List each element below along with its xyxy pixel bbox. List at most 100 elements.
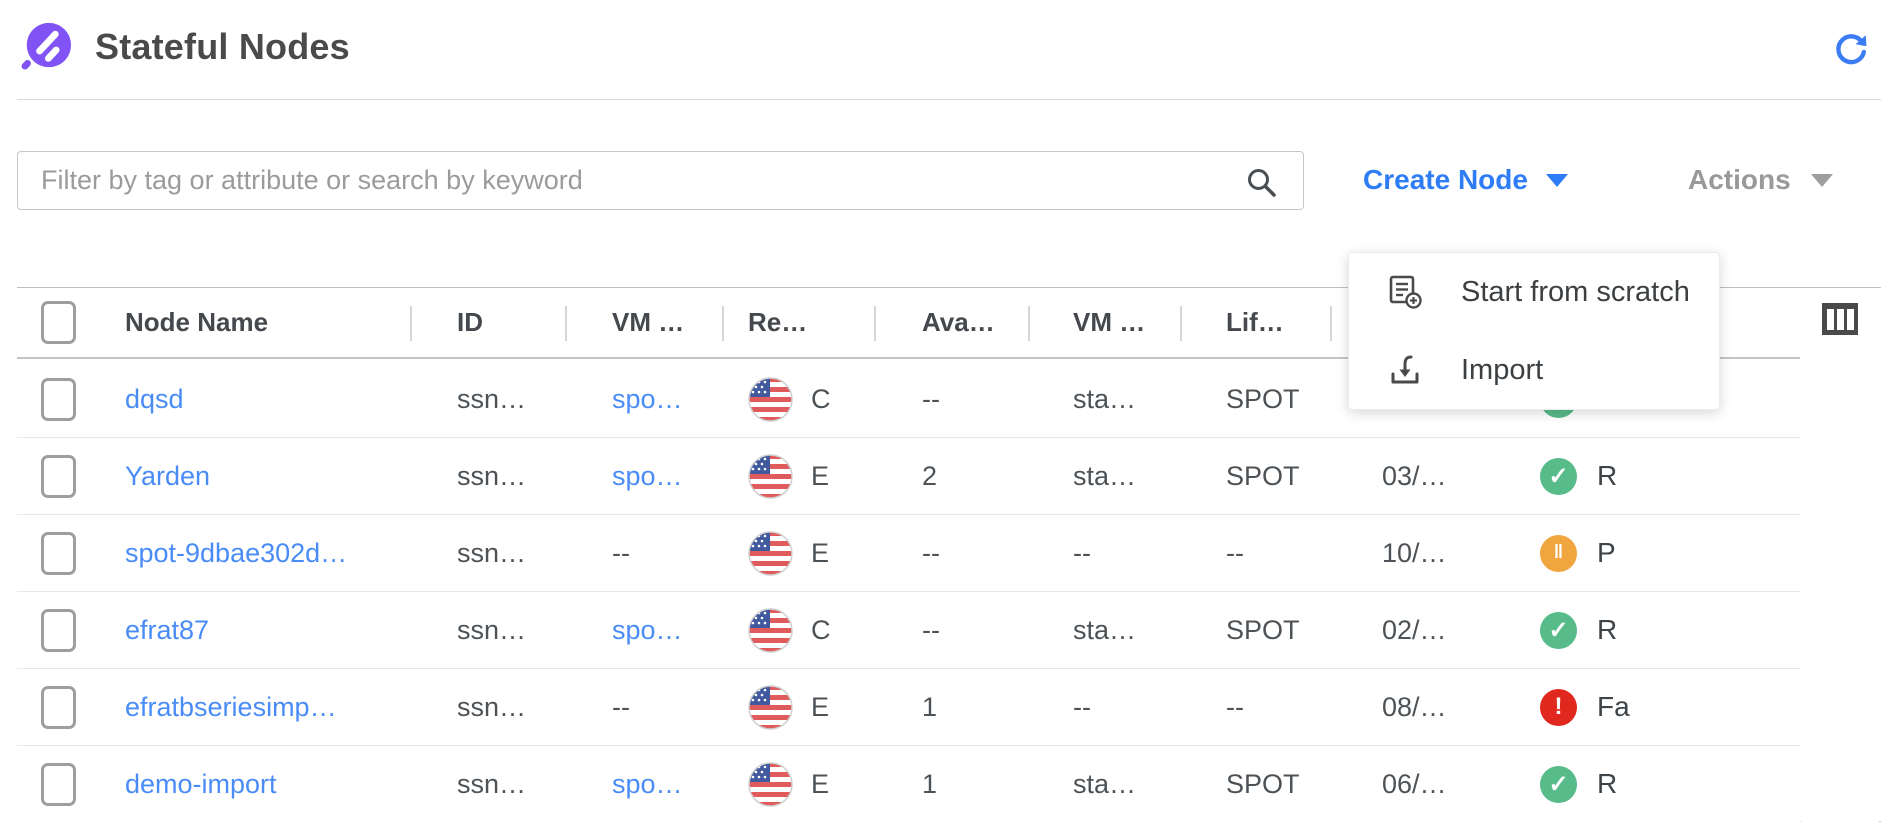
app-header: Stateful Nodes [0, 0, 1898, 100]
node-name-link[interactable]: dqsd [125, 384, 184, 415]
row-checkbox[interactable] [41, 532, 76, 575]
availability-value: 1 [874, 746, 1028, 822]
column-header-vm-name[interactable]: VM … [565, 288, 722, 357]
date-value: 06/… [1330, 746, 1500, 822]
row-checkbox[interactable] [41, 763, 76, 806]
lifecycle-value: -- [1180, 515, 1330, 591]
menu-item-label: Start from scratch [1461, 276, 1690, 309]
row-checkbox[interactable] [41, 609, 76, 652]
node-name-link[interactable]: efratbseriesimp… [125, 692, 337, 723]
vm-size-value: sta… [1028, 592, 1180, 668]
node-name-link[interactable]: efrat87 [125, 615, 209, 646]
vm-name-empty: -- [565, 669, 722, 745]
availability-value: -- [874, 361, 1028, 437]
vm-size-value: sta… [1028, 438, 1180, 514]
vm-size-value: -- [1028, 515, 1180, 591]
vm-name-link[interactable]: spo… [612, 615, 683, 646]
date-value: 03/… [1330, 438, 1500, 514]
status-failed-icon [1540, 689, 1577, 726]
row-checkbox[interactable] [41, 378, 76, 421]
vm-size-value: sta… [1028, 746, 1180, 822]
us-flag-icon [748, 377, 793, 422]
row-checkbox[interactable] [41, 455, 76, 498]
menu-item-start-from-scratch[interactable]: Start from scratch [1349, 253, 1719, 331]
status-label: R [1597, 614, 1617, 646]
lifecycle-value: SPOT [1180, 746, 1330, 822]
lifecycle-value: -- [1180, 669, 1330, 745]
header-divider [17, 99, 1881, 100]
column-header-node-name[interactable]: Node Name [100, 288, 410, 357]
vm-name-link[interactable]: spo… [612, 384, 683, 415]
refresh-button[interactable] [1832, 32, 1870, 70]
lifecycle-value: SPOT [1180, 438, 1330, 514]
actions-button[interactable]: Actions [1688, 160, 1833, 200]
us-flag-icon [748, 762, 793, 807]
spot-logo-icon [20, 20, 72, 72]
page-title: Stateful Nodes [95, 26, 350, 68]
status-label: R [1597, 768, 1617, 800]
table-row: spot-9dbae302d… ssn… -- E - [17, 515, 1800, 592]
filter-input[interactable] [18, 152, 1303, 209]
node-name-link[interactable]: spot-9dbae302d… [125, 538, 347, 569]
node-id: ssn… [410, 438, 565, 514]
column-header-lifecycle[interactable]: Lif… [1180, 288, 1330, 357]
date-value: 08/… [1330, 669, 1500, 745]
status-label: P [1597, 537, 1616, 569]
column-header-vm-size[interactable]: VM … [1028, 288, 1180, 357]
select-all-checkbox[interactable] [41, 301, 76, 344]
lifecycle-value: SPOT [1180, 361, 1330, 437]
vm-name-link[interactable]: spo… [612, 461, 683, 492]
node-id: ssn… [410, 515, 565, 591]
us-flag-icon [748, 608, 793, 653]
region-letter: E [811, 692, 829, 723]
lifecycle-value: SPOT [1180, 592, 1330, 668]
refresh-icon [1833, 32, 1869, 68]
status-paused-icon [1540, 535, 1577, 572]
table-row: efrat87 ssn… spo… C -- [17, 592, 1800, 669]
columns-icon [1821, 302, 1859, 336]
row-checkbox[interactable] [41, 686, 76, 729]
vm-name-link[interactable]: spo… [612, 769, 683, 800]
availability-value: 1 [874, 669, 1028, 745]
column-header-availability[interactable]: Ava… [874, 288, 1028, 357]
table-row: efratbseriesimp… ssn… -- E [17, 669, 1800, 746]
table-row: demo-import ssn… spo… E 1 [17, 746, 1800, 822]
region-letter: C [811, 384, 831, 415]
node-name-link[interactable]: Yarden [125, 461, 210, 492]
region-letter: E [811, 538, 829, 569]
status-label: Fa [1597, 691, 1630, 723]
node-name-link[interactable]: demo-import [125, 769, 277, 800]
availability-value: -- [874, 515, 1028, 591]
status-running-icon [1540, 458, 1577, 495]
table-row: Yarden ssn… spo… E 2 [17, 438, 1800, 515]
availability-value: -- [874, 592, 1028, 668]
select-all-cell [17, 288, 100, 357]
node-id: ssn… [410, 592, 565, 668]
node-id: ssn… [410, 669, 565, 745]
region-letter: E [811, 461, 829, 492]
column-header-id[interactable]: ID [410, 288, 565, 357]
menu-item-label: Import [1461, 354, 1543, 387]
chevron-down-icon [1546, 174, 1568, 187]
column-picker-button[interactable] [1821, 302, 1859, 336]
vm-size-value: -- [1028, 669, 1180, 745]
vm-size-value: sta… [1028, 361, 1180, 437]
filter-box [17, 151, 1304, 210]
chevron-down-icon [1811, 174, 1833, 187]
region-letter: C [811, 615, 831, 646]
create-node-button[interactable]: Create Node [1363, 160, 1568, 200]
column-picker-gutter [1800, 288, 1881, 821]
us-flag-icon [748, 531, 793, 576]
us-flag-icon [748, 454, 793, 499]
us-flag-icon [748, 685, 793, 730]
region-letter: E [811, 769, 829, 800]
create-node-label: Create Node [1363, 164, 1528, 196]
menu-item-import[interactable]: Import [1349, 331, 1719, 409]
availability-value: 2 [874, 438, 1028, 514]
actions-label: Actions [1688, 164, 1791, 196]
stateful-nodes-page: Stateful Nodes Create Node Actions [0, 0, 1898, 822]
table-body: dqsd ssn… spo… C [17, 361, 1800, 822]
status-label: R [1597, 460, 1617, 492]
column-header-region[interactable]: Re… [722, 288, 874, 357]
document-add-icon [1387, 274, 1423, 310]
